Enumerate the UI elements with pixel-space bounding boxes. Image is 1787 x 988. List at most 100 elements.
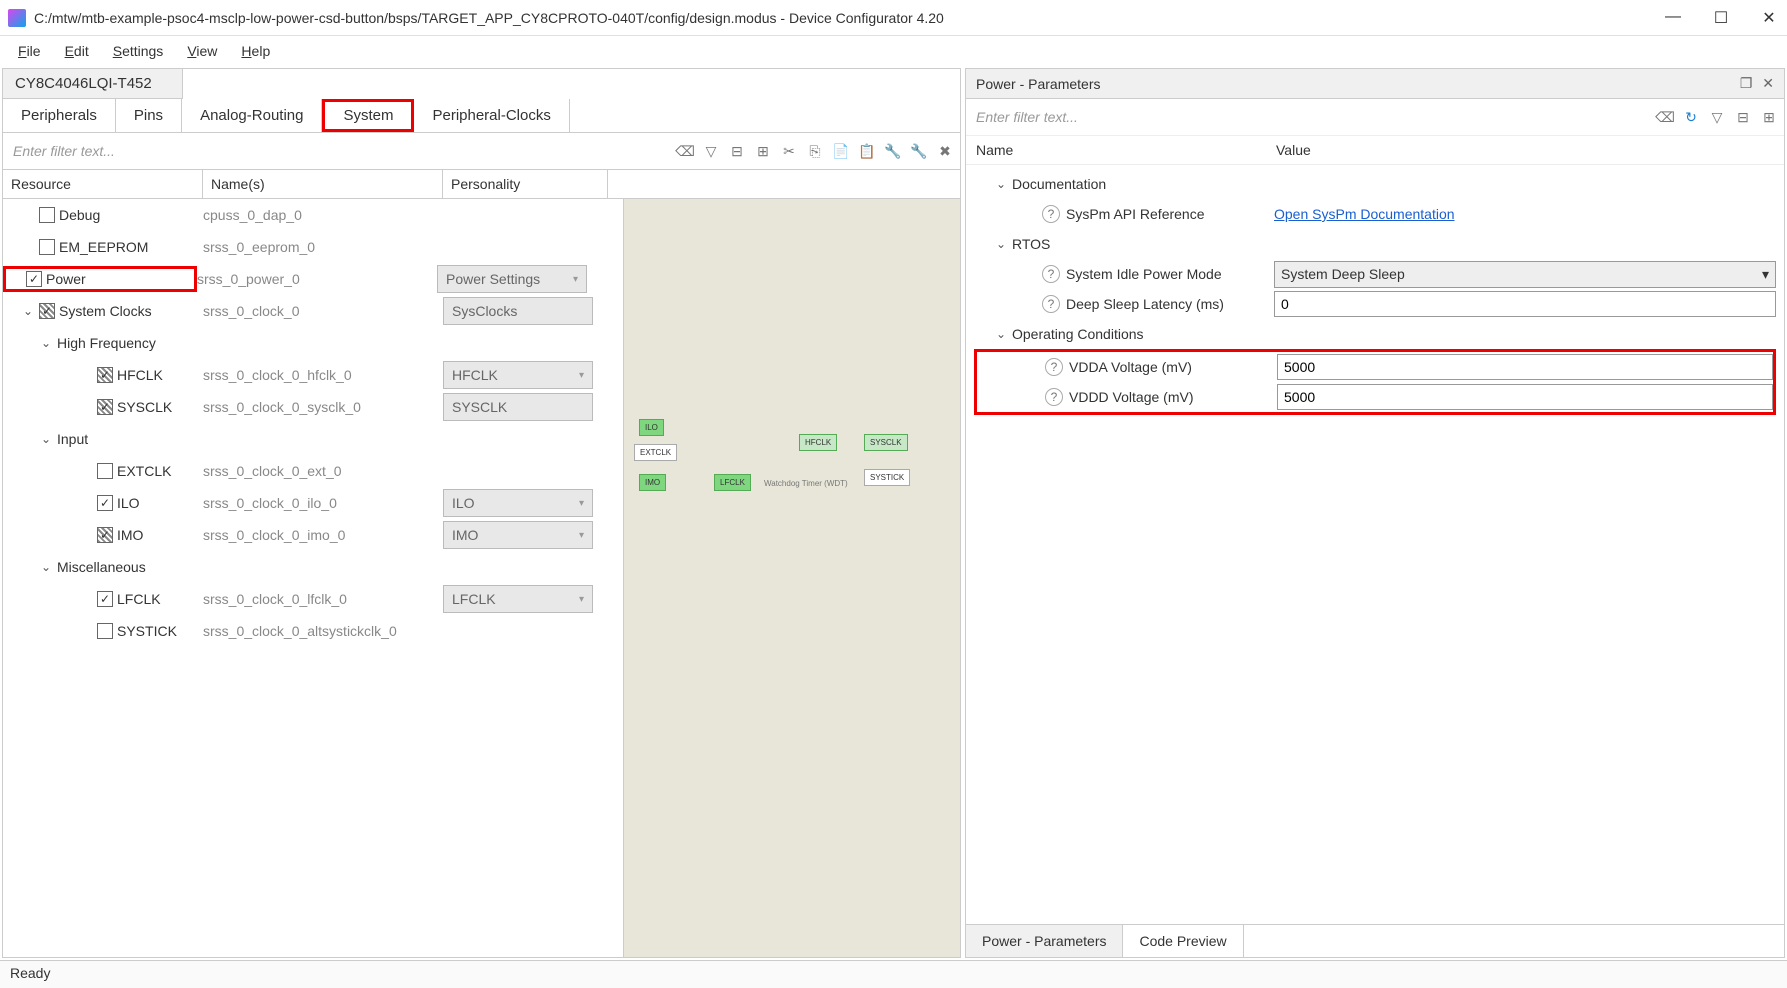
checkbox[interactable] bbox=[97, 367, 113, 383]
tab-peripherals[interactable]: Peripherals bbox=[3, 99, 116, 132]
device-tab[interactable]: CY8C4046LQI-T452 bbox=[3, 69, 183, 99]
close-icon[interactable]: ✖ bbox=[934, 140, 956, 162]
paste-icon[interactable]: 📄 bbox=[830, 140, 852, 162]
close-pane-icon[interactable]: ✕ bbox=[1762, 75, 1774, 91]
category-tabs: Peripherals Pins Analog-Routing System P… bbox=[3, 99, 960, 133]
status-bar: Ready bbox=[0, 960, 1787, 988]
personality-dropdown[interactable]: IMO▾ bbox=[443, 521, 593, 549]
expander-icon[interactable]: ⌄ bbox=[994, 177, 1008, 191]
help-icon[interactable]: ? bbox=[1042, 205, 1060, 223]
checkbox[interactable] bbox=[26, 271, 42, 287]
tab-peripheral-clocks[interactable]: Peripheral-Clocks bbox=[414, 99, 569, 132]
vdda-input[interactable] bbox=[1277, 354, 1773, 380]
tree-name: cpuss_0_dap_0 bbox=[203, 207, 443, 223]
wrench2-icon[interactable]: 🔧 bbox=[908, 140, 930, 162]
wrench-icon[interactable]: 🔧 bbox=[882, 140, 904, 162]
eraser-icon[interactable]: ⌫ bbox=[674, 140, 696, 162]
latency-input[interactable] bbox=[1274, 291, 1776, 317]
group-documentation: Documentation bbox=[1012, 176, 1106, 192]
personality-dropdown[interactable]: HFCLK▾ bbox=[443, 361, 593, 389]
menubar: File Edit Settings View Help bbox=[0, 36, 1787, 66]
diag-node: HFCLK bbox=[799, 434, 837, 451]
clock-diagram: ILO EXTCLK IMO LFCLK HFCLK SYSCLK SYSTIC… bbox=[623, 199, 960, 957]
menu-help[interactable]: Help bbox=[231, 39, 280, 63]
copy-icon[interactable]: ⎘ bbox=[804, 140, 826, 162]
diag-node: LFCLK bbox=[714, 474, 751, 491]
filter-input[interactable] bbox=[7, 137, 670, 165]
right-filter-row: ⌫ ↻ ▽ ⊟ ⊞ bbox=[966, 99, 1784, 136]
help-icon[interactable]: ? bbox=[1045, 358, 1063, 376]
menu-view[interactable]: View bbox=[177, 39, 227, 63]
expander-icon[interactable]: ⌄ bbox=[994, 327, 1008, 341]
checkbox[interactable] bbox=[39, 239, 55, 255]
left-pane: CY8C4046LQI-T452 Peripherals Pins Analog… bbox=[2, 68, 961, 958]
tree-name: srss_0_clock_0_sysclk_0 bbox=[203, 399, 443, 415]
checkbox[interactable] bbox=[97, 463, 113, 479]
tree-name: srss_0_clock_0_lfclk_0 bbox=[203, 591, 443, 607]
expander-icon[interactable]: ⌄ bbox=[39, 336, 53, 350]
idle-mode-select[interactable]: System Deep Sleep▾ bbox=[1274, 261, 1776, 288]
header-value: Value bbox=[1276, 142, 1311, 158]
diag-node: SYSTICK bbox=[864, 469, 910, 486]
tree-label: Input bbox=[57, 431, 88, 447]
personality-dropdown[interactable]: LFCLK▾ bbox=[443, 585, 593, 613]
vddd-input[interactable] bbox=[1277, 384, 1773, 410]
tree-label: Power bbox=[46, 271, 86, 287]
tree-name: srss_0_clock_0 bbox=[203, 303, 443, 319]
expand-icon[interactable]: ⊞ bbox=[1758, 106, 1780, 128]
menu-edit[interactable]: Edit bbox=[55, 39, 99, 63]
titlebar: C:/mtw/mtb-example-psoc4-msclp-low-power… bbox=[0, 0, 1787, 36]
collapse-icon[interactable]: ⊟ bbox=[726, 140, 748, 162]
tree-label: ILO bbox=[117, 495, 140, 511]
personality-dropdown[interactable]: ILO▾ bbox=[443, 489, 593, 517]
paste2-icon[interactable]: 📋 bbox=[856, 140, 878, 162]
tree-label: Miscellaneous bbox=[57, 559, 146, 575]
minimize-button[interactable]: — bbox=[1663, 8, 1683, 28]
checkbox[interactable] bbox=[97, 495, 113, 511]
menu-file[interactable]: File bbox=[8, 39, 51, 63]
help-icon[interactable]: ? bbox=[1042, 295, 1060, 313]
close-button[interactable]: ✕ bbox=[1759, 8, 1779, 28]
tab-pins[interactable]: Pins bbox=[116, 99, 182, 132]
checkbox[interactable] bbox=[97, 591, 113, 607]
menu-settings[interactable]: Settings bbox=[103, 39, 174, 63]
help-icon[interactable]: ? bbox=[1045, 388, 1063, 406]
tab-power-parameters[interactable]: Power - Parameters bbox=[966, 925, 1123, 957]
diag-node: EXTCLK bbox=[634, 444, 677, 461]
filter-icon[interactable]: ▽ bbox=[700, 140, 722, 162]
right-filter-input[interactable] bbox=[970, 103, 1650, 131]
expander-icon[interactable]: ⌄ bbox=[39, 432, 53, 446]
group-rtos: RTOS bbox=[1012, 236, 1050, 252]
tab-analog-routing[interactable]: Analog-Routing bbox=[182, 99, 322, 132]
group-operating: Operating Conditions bbox=[1012, 326, 1144, 342]
collapse-icon[interactable]: ⊟ bbox=[1732, 106, 1754, 128]
checkbox[interactable] bbox=[39, 303, 55, 319]
tree-label: SYSCLK bbox=[117, 399, 172, 415]
tab-system[interactable]: System bbox=[322, 99, 414, 132]
header-names: Name(s) bbox=[203, 170, 443, 198]
tab-code-preview[interactable]: Code Preview bbox=[1123, 925, 1243, 957]
tree-label: Debug bbox=[59, 207, 100, 223]
doc-link[interactable]: Open SysPm Documentation bbox=[1274, 206, 1455, 222]
expander-icon[interactable]: ⌄ bbox=[21, 304, 35, 318]
checkbox[interactable] bbox=[97, 623, 113, 639]
param-label: VDDD Voltage (mV) bbox=[1069, 389, 1193, 405]
help-icon[interactable]: ? bbox=[1042, 265, 1060, 283]
eraser-icon[interactable]: ⌫ bbox=[1654, 106, 1676, 128]
param-label: SysPm API Reference bbox=[1066, 206, 1205, 222]
personality-dropdown[interactable]: Power Settings▾ bbox=[437, 265, 587, 293]
maximize-button[interactable]: ☐ bbox=[1711, 8, 1731, 28]
restore-icon[interactable]: ❐ bbox=[1740, 75, 1753, 91]
expander-icon[interactable]: ⌄ bbox=[39, 560, 53, 574]
personality-dropdown[interactable]: SysClocks bbox=[443, 297, 593, 325]
refresh-icon[interactable]: ↻ bbox=[1680, 106, 1702, 128]
personality-dropdown[interactable]: SYSCLK bbox=[443, 393, 593, 421]
expand-icon[interactable]: ⊞ bbox=[752, 140, 774, 162]
filter-icon[interactable]: ▽ bbox=[1706, 106, 1728, 128]
cut-icon[interactable]: ✂ bbox=[778, 140, 800, 162]
checkbox[interactable] bbox=[39, 207, 55, 223]
checkbox[interactable] bbox=[97, 399, 113, 415]
expander-icon[interactable]: ⌄ bbox=[994, 237, 1008, 251]
filter-row: ⌫ ▽ ⊟ ⊞ ✂ ⎘ 📄 📋 🔧 🔧 ✖ bbox=[3, 133, 960, 169]
checkbox[interactable] bbox=[97, 527, 113, 543]
